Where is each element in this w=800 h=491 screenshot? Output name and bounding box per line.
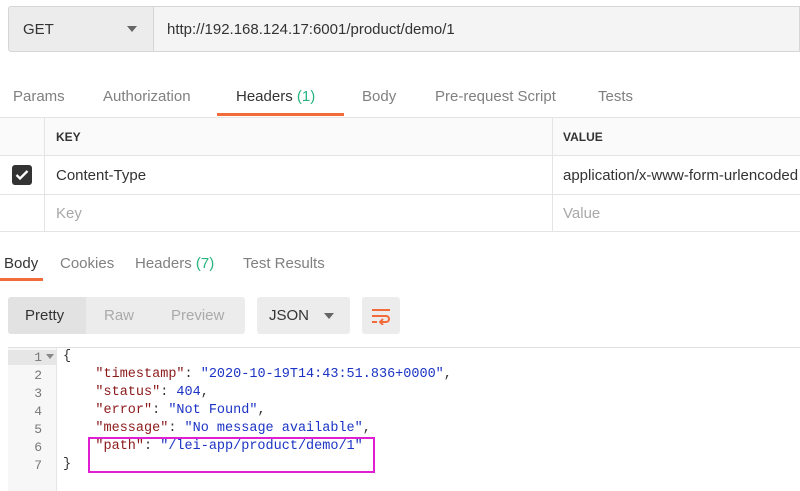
json-key: "timestamp" (95, 367, 185, 382)
code-line: } (63, 457, 71, 472)
request-tabs: Params Authorization Headers (1) Body Pr… (0, 78, 800, 116)
line-number: 5 (34, 422, 42, 437)
header-value-text: application/x-www-form-urlencoded (563, 166, 799, 184)
json-value: 404 (176, 385, 201, 400)
tab-authorization[interactable]: Authorization (103, 88, 191, 105)
brace-close: } (63, 457, 72, 472)
response-tab-body[interactable]: Body (4, 255, 38, 272)
fold-arrow-icon[interactable] (46, 354, 54, 359)
wrap-lines-icon (372, 308, 390, 325)
header-value-field[interactable]: application/x-www-form-urlencoded (553, 156, 800, 194)
json-value: "Not Found" (168, 403, 258, 418)
url-input[interactable]: http://192.168.124.17:6001/product/demo/… (154, 6, 800, 52)
tab-label: Pre-request Script (435, 88, 556, 105)
json-key: "status" (95, 385, 161, 400)
json-key: "message" (95, 421, 169, 436)
method-select[interactable]: GET (8, 6, 154, 52)
json-key: "error" (95, 403, 153, 418)
language-label: JSON (269, 307, 310, 324)
header-key-field[interactable]: Content-Type (45, 156, 553, 194)
tab-params[interactable]: Params (13, 88, 65, 105)
line-number: 3 (34, 386, 42, 401)
tab-label: Headers (236, 88, 293, 105)
view-mode-group: Pretty Raw Preview (8, 297, 245, 334)
response-tab-cookies[interactable]: Cookies (60, 255, 114, 272)
new-value-input[interactable]: Value (553, 195, 800, 232)
row-enabled-checkbox[interactable] (12, 165, 32, 185)
language-select[interactable]: JSON (257, 297, 350, 334)
header-key-text: Content-Type (56, 166, 147, 184)
line-number: 2 (34, 368, 42, 383)
tab-tests[interactable]: Tests (598, 88, 633, 105)
pretty-button[interactable]: Pretty (25, 307, 64, 324)
tab-label: Body (362, 88, 397, 105)
check-column-header (0, 118, 45, 155)
table-header-row: KEY VALUE (0, 118, 800, 156)
code-line: "message": "No message available", (95, 421, 371, 436)
tab-label: Params (13, 88, 65, 105)
key-column-header: KEY (45, 118, 553, 155)
json-value: "No message available" (184, 421, 363, 436)
response-tab-test-results[interactable]: Test Results (243, 255, 325, 272)
preview-button[interactable]: Preview (171, 307, 224, 324)
new-key-input[interactable]: Key (45, 195, 553, 232)
tab-label: Tests (598, 88, 634, 105)
raw-button[interactable]: Raw (104, 307, 134, 324)
chevron-down-icon (127, 26, 137, 32)
line-number-gutter: 1 2 3 4 5 6 7 (8, 348, 57, 491)
active-response-tab-indicator (0, 278, 43, 281)
value-placeholder: Value (563, 205, 601, 222)
row-checkbox-cell (0, 156, 45, 194)
chevron-down-icon (324, 312, 334, 319)
line-number: 6 (34, 440, 42, 455)
line-number: 4 (34, 404, 42, 419)
tab-count-badge: (7) (195, 255, 215, 272)
tab-count-badge: (1) (296, 88, 316, 105)
key-placeholder: Key (56, 205, 82, 222)
tab-headers[interactable]: Headers (1) (236, 88, 315, 105)
code-line: { (63, 349, 71, 364)
path-highlight-annotation (88, 437, 375, 473)
code-line: "timestamp": "2020-10-19T14:43:51.836+00… (95, 367, 452, 382)
active-tab-indicator (217, 113, 344, 116)
table-row: Content-Type application/x-www-form-urle… (0, 156, 800, 195)
wrap-lines-button[interactable] (362, 297, 400, 334)
method-label: GET (23, 20, 54, 38)
tab-label: Headers (135, 255, 192, 272)
code-line: "status": 404, (95, 385, 209, 400)
value-header-label: VALUE (563, 129, 603, 144)
response-tab-headers[interactable]: Headers (7) (135, 255, 214, 272)
tab-label: Authorization (103, 88, 191, 105)
line-number: 7 (34, 458, 42, 473)
code-line: "error": "Not Found", (95, 403, 266, 418)
row-checkbox-cell (0, 195, 45, 232)
json-value: "2020-10-19T14:43:51.836+0000" (200, 367, 444, 382)
brace-open: { (63, 349, 72, 364)
key-header-label: KEY (56, 129, 81, 144)
response-tabs: Body Cookies Headers (7) Test Results (0, 245, 800, 281)
table-row-empty: Key Value (0, 195, 800, 232)
request-bar: GET http://192.168.124.17:6001/product/d… (8, 6, 800, 52)
tab-body[interactable]: Body (362, 88, 396, 105)
headers-table: KEY VALUE Content-Type application/x-www… (0, 117, 800, 232)
tab-pre-request-script[interactable]: Pre-request Script (435, 88, 556, 105)
checkmark-icon (15, 170, 29, 181)
value-column-header: VALUE (553, 118, 800, 155)
